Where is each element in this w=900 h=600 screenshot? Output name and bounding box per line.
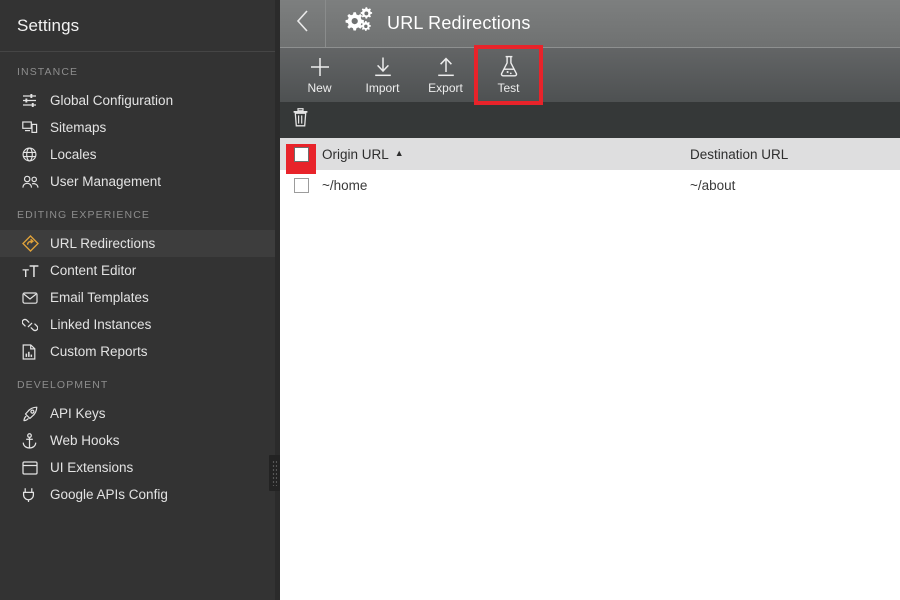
trash-icon bbox=[292, 108, 309, 132]
sidebar-item-linked-instances[interactable]: Linked Instances bbox=[0, 311, 280, 338]
sidebar-item-label: Web Hooks bbox=[50, 432, 120, 448]
grip-dots-icon bbox=[272, 460, 277, 486]
sidebar-section-editing-experience: EDITING EXPERIENCE URL Redirections Conten… bbox=[0, 195, 280, 365]
plug-icon bbox=[22, 486, 42, 504]
sidebar-item-label: Linked Instances bbox=[50, 316, 152, 332]
sidebar-section-label: INSTANCE bbox=[17, 66, 79, 78]
redirect-diamond-icon bbox=[22, 235, 42, 253]
envelope-icon bbox=[22, 289, 42, 307]
table-row[interactable]: ~/home ~/about bbox=[280, 170, 900, 200]
sidebar-item-web-hooks[interactable]: Web Hooks bbox=[0, 427, 280, 454]
sidebar-item-label: Email Templates bbox=[50, 289, 149, 305]
toolbar-button-label: Import bbox=[365, 81, 400, 95]
globe-icon bbox=[22, 146, 42, 164]
column-header-destination-label: Destination URL bbox=[690, 146, 789, 162]
sidebar-item-content-editor[interactable]: Content Editor bbox=[0, 257, 280, 284]
upload-arrow-icon bbox=[435, 55, 457, 78]
plus-icon bbox=[309, 55, 331, 78]
table-body: ~/home ~/about bbox=[280, 170, 900, 200]
column-header-destination[interactable]: Destination URL bbox=[690, 147, 900, 162]
sidebar-title: Settings bbox=[0, 0, 280, 52]
sidebar-item-label: UI Extensions bbox=[50, 459, 134, 475]
export-button[interactable]: Export bbox=[414, 48, 477, 102]
redirections-table: Origin URL ▲ Destination URL ~/home ~/abo… bbox=[280, 138, 900, 600]
select-all-checkbox[interactable] bbox=[293, 146, 309, 162]
action-toolbar: New Import Export Test bbox=[280, 45, 900, 105]
flask-icon bbox=[498, 55, 520, 78]
sidebar-nav: INSTANCE Global Configuration Sitemaps Loca… bbox=[0, 52, 280, 508]
window-icon bbox=[22, 459, 42, 477]
anchor-icon bbox=[22, 432, 42, 450]
sidebar-item-locales[interactable]: Locales bbox=[0, 141, 280, 168]
sidebar-item-label: Google APIs Config bbox=[50, 486, 168, 502]
select-all-cell[interactable] bbox=[280, 143, 322, 174]
link-chain-icon bbox=[22, 316, 42, 334]
sliders-icon bbox=[22, 92, 42, 110]
cell-origin-url: ~/home bbox=[322, 177, 368, 193]
sidebar-item-label: Content Editor bbox=[50, 262, 137, 278]
page-title: URL Redirections bbox=[387, 13, 531, 33]
toolbar-button-label: New bbox=[307, 81, 332, 95]
row-checkbox[interactable] bbox=[293, 177, 309, 193]
column-header-origin[interactable]: Origin URL ▲ bbox=[322, 147, 690, 162]
text-format-icon bbox=[22, 262, 42, 280]
sidebar-section-label: EDITING EXPERIENCE bbox=[17, 209, 150, 221]
sidebar-item-sitemaps[interactable]: Sitemaps bbox=[0, 114, 280, 141]
page-header: URL Redirections bbox=[280, 0, 900, 48]
sidebar-item-global-configuration[interactable]: Global Configuration bbox=[0, 87, 280, 114]
column-header-origin-label: Origin URL bbox=[322, 146, 389, 162]
sidebar-section-development: DEVELOPMENT API Keys Web Hooks UI Extension… bbox=[0, 365, 280, 508]
sidebar-item-label: Locales bbox=[50, 146, 97, 162]
page-title-zone: URL Redirections bbox=[326, 0, 531, 47]
sidebar-item-label: Custom Reports bbox=[50, 343, 148, 359]
report-document-icon bbox=[22, 343, 42, 361]
sidebar-item-custom-reports[interactable]: Custom Reports bbox=[0, 338, 280, 365]
sidebar-item-url-redirections[interactable]: URL Redirections bbox=[0, 230, 280, 257]
sidebar-item-email-templates[interactable]: Email Templates bbox=[0, 284, 280, 311]
sidebar-drag-grip[interactable] bbox=[269, 455, 280, 491]
sidebar-item-api-keys[interactable]: API Keys bbox=[0, 400, 280, 427]
sidebar-item-label: User Management bbox=[50, 173, 162, 189]
new-button[interactable]: New bbox=[288, 48, 351, 102]
sidebar-item-label: API Keys bbox=[50, 405, 106, 421]
main-content: URL Redirections New Import Export Test bbox=[280, 0, 900, 600]
selection-action-bar bbox=[280, 102, 900, 138]
app-root: Settings INSTANCE Global Configuration Sit… bbox=[0, 0, 900, 600]
delete-button[interactable] bbox=[289, 108, 311, 132]
toolbar-button-label: Export bbox=[428, 81, 463, 95]
import-button[interactable]: Import bbox=[351, 48, 414, 102]
settings-sidebar: Settings INSTANCE Global Configuration Sit… bbox=[0, 0, 280, 600]
sidebar-section-instance: INSTANCE Global Configuration Sitemaps Loca… bbox=[0, 52, 280, 195]
users-icon bbox=[22, 173, 42, 191]
sidebar-item-label: URL Redirections bbox=[50, 235, 156, 251]
back-button[interactable] bbox=[280, 0, 326, 47]
sidebar-item-label: Sitemaps bbox=[50, 119, 107, 135]
cell-destination-url: ~/about bbox=[690, 177, 736, 193]
caret-up-icon: ▲ bbox=[394, 147, 404, 158]
toolbar-button-label: Test bbox=[497, 81, 520, 95]
sidebar-item-label: Global Configuration bbox=[50, 92, 174, 108]
chevron-left-icon bbox=[296, 10, 309, 37]
test-button[interactable]: Test bbox=[474, 45, 543, 105]
sidebar-item-google-apis-config[interactable]: Google APIs Config bbox=[0, 481, 280, 508]
gears-icon bbox=[340, 6, 374, 41]
row-select-cell[interactable] bbox=[280, 177, 322, 193]
rocket-icon bbox=[22, 405, 42, 423]
sidebar-item-ui-extensions[interactable]: UI Extensions bbox=[0, 454, 280, 481]
sitemap-screens-icon bbox=[22, 119, 42, 137]
download-arrow-icon bbox=[372, 55, 394, 78]
sidebar-item-user-management[interactable]: User Management bbox=[0, 168, 280, 195]
sidebar-section-label: DEVELOPMENT bbox=[17, 379, 109, 391]
table-header-row: Origin URL ▲ Destination URL bbox=[280, 138, 900, 174]
